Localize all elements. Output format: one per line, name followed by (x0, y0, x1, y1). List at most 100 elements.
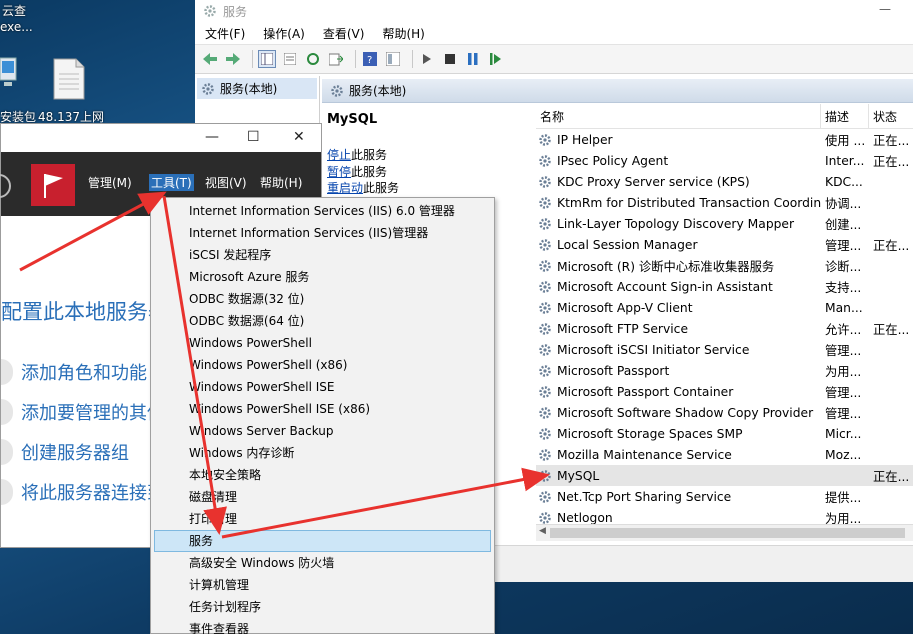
service-row[interactable]: Link-Layer Topology Discovery Mapper 创建..… (536, 213, 913, 234)
gear-icon (539, 406, 551, 419)
stop-service-link[interactable]: 停止 (327, 148, 351, 162)
menu-item-services[interactable]: 服务 (154, 530, 491, 552)
service-row[interactable]: Local Session Manager 管理... 正在... (536, 234, 913, 255)
service-row[interactable]: Microsoft iSCSI Initiator Service 管理... (536, 339, 913, 360)
service-row[interactable]: Mozilla Maintenance Service Moz... (536, 444, 913, 465)
service-row[interactable]: Microsoft (R) 诊断中心标准收集器服务 诊断... (536, 255, 913, 276)
service-description: 创建... (825, 217, 862, 232)
task-create-group[interactable]: 创建服务器组 (1, 439, 129, 465)
restart-icon[interactable] (487, 50, 505, 68)
menu-item[interactable]: 本地安全策略 (151, 464, 494, 486)
desktop-label-top2: exe... (0, 20, 33, 34)
menu-item[interactable]: ODBC 数据源(32 位) (151, 288, 494, 310)
minimize-icon[interactable]: — (205, 129, 219, 145)
service-row-mysql[interactable]: MySQL 正在... (536, 465, 913, 486)
close-icon[interactable]: ✕ (293, 129, 305, 145)
service-name: Local Session Manager (557, 237, 698, 252)
menu-item[interactable]: Windows 内存诊断 (151, 442, 494, 464)
menu-item[interactable]: 磁盘清理 (151, 486, 494, 508)
restart-service-link[interactable]: 重启动 (327, 181, 363, 195)
menu-item[interactable]: Windows PowerShell ISE (x86) (151, 398, 494, 420)
forward-icon[interactable] (224, 50, 242, 68)
service-description: KDC... (825, 174, 863, 189)
menu-manage[interactable]: 管理(M) (88, 174, 132, 191)
stop-icon[interactable] (441, 50, 459, 68)
service-description: 为用... (825, 364, 862, 379)
help-icon[interactable]: ? (361, 50, 379, 68)
column-description[interactable]: 描述 (821, 104, 869, 128)
tree-item-services-local[interactable]: 服务(本地) (197, 78, 317, 99)
menu-item[interactable]: Microsoft Azure 服务 (151, 266, 494, 288)
gear-icon (539, 301, 551, 314)
properties-icon[interactable] (281, 50, 299, 68)
pause-icon[interactable] (464, 50, 482, 68)
scroll-left-icon[interactable]: ◀ (539, 526, 546, 536)
file-icon[interactable] (52, 58, 86, 100)
task-add-roles[interactable]: 添加角色和功能 (1, 359, 147, 385)
menu-item[interactable]: 事件查看器 (151, 618, 494, 634)
service-row[interactable]: IP Helper 使用 ... 正在... (536, 129, 913, 150)
menu-tools[interactable]: 工具(T) (149, 174, 194, 191)
menu-item[interactable]: ODBC 数据源(64 位) (151, 310, 494, 332)
service-row[interactable]: Microsoft Passport Container 管理... (536, 381, 913, 402)
menu-item[interactable]: Windows Server Backup (151, 420, 494, 442)
menu-item[interactable]: Windows PowerShell (x86) (151, 354, 494, 376)
gear-icon (539, 217, 551, 230)
refresh-icon[interactable] (304, 50, 322, 68)
maximize-icon[interactable]: ☐ (247, 129, 260, 145)
service-description: Man... (825, 300, 863, 315)
minimize-icon[interactable]: — (879, 2, 891, 16)
menu-file[interactable]: 文件(F) (205, 25, 245, 42)
menu-item[interactable]: 打印管理 (151, 508, 494, 530)
pause-service-link[interactable]: 暂停 (327, 165, 351, 179)
service-row[interactable]: Microsoft Software Shadow Copy Provider 管… (536, 402, 913, 423)
menu-help[interactable]: 帮助(H) (260, 174, 302, 191)
desktop-label-top: 云查 (2, 4, 27, 18)
service-row[interactable]: IPsec Policy Agent Inter... 正在... (536, 150, 913, 171)
service-row[interactable]: KDC Proxy Server service (KPS) KDC... (536, 171, 913, 192)
column-status[interactable]: 状态 (869, 104, 913, 128)
back-icon[interactable] (201, 50, 219, 68)
service-name: Microsoft Software Shadow Copy Provider (557, 405, 814, 420)
menu-item[interactable]: Windows PowerShell (151, 332, 494, 354)
service-name: KDC Proxy Server service (KPS) (557, 174, 750, 189)
console-icon[interactable] (384, 50, 402, 68)
scrollbar-thumb[interactable] (550, 528, 905, 538)
service-row[interactable]: Netlogon 为用... (536, 507, 913, 524)
refresh-icon[interactable] (0, 174, 11, 198)
notifications-flag-icon[interactable] (31, 164, 75, 206)
menu-view[interactable]: 查看(V) (323, 25, 365, 42)
service-row[interactable]: KtmRm for Distributed Transaction Coordi… (536, 192, 913, 213)
menu-action[interactable]: 操作(A) (263, 25, 305, 42)
service-status: 正在... (873, 322, 910, 337)
service-name: Netlogon (557, 510, 613, 525)
horizontal-scrollbar[interactable]: ◀ (536, 524, 913, 541)
show-tree-icon[interactable] (258, 50, 276, 68)
menu-item[interactable]: 计算机管理 (151, 574, 494, 596)
menu-item[interactable]: 高级安全 Windows 防火墙 (151, 552, 494, 574)
menu-item[interactable]: Internet Information Services (IIS)管理器 (151, 222, 494, 244)
computer-icon[interactable] (0, 56, 20, 100)
service-row[interactable]: Net.Tcp Port Sharing Service 提供... (536, 486, 913, 507)
service-row[interactable]: Microsoft Account Sign-in Assistant 支持... (536, 276, 913, 297)
service-status: 正在... (873, 238, 910, 253)
menu-item[interactable]: Windows PowerShell ISE (151, 376, 494, 398)
services-titlebar[interactable]: 服务 — (195, 0, 913, 22)
service-row[interactable]: Microsoft FTP Service 允许... 正在... (536, 318, 913, 339)
service-row[interactable]: Microsoft Passport 为用... (536, 360, 913, 381)
menu-item[interactable]: 任务计划程序 (151, 596, 494, 618)
service-name: Microsoft (R) 诊断中心标准收集器服务 (557, 259, 775, 274)
services-title: 服务 (223, 4, 248, 19)
gear-icon (539, 133, 551, 146)
export-icon[interactable] (327, 50, 345, 68)
service-row[interactable]: Microsoft App-V Client Man... (536, 297, 913, 318)
start-icon[interactable] (418, 50, 436, 68)
menu-item[interactable]: Internet Information Services (IIS) 6.0 … (151, 200, 494, 222)
gear-icon (539, 448, 551, 461)
menu-view[interactable]: 视图(V) (205, 174, 247, 191)
service-row[interactable]: Microsoft Storage Spaces SMP Micr... (536, 423, 913, 444)
gear-icon (539, 322, 551, 335)
menu-help[interactable]: 帮助(H) (382, 25, 424, 42)
server-manager-titlebar[interactable]: — ☐ ✕ (1, 124, 321, 152)
menu-item[interactable]: iSCSI 发起程序 (151, 244, 494, 266)
